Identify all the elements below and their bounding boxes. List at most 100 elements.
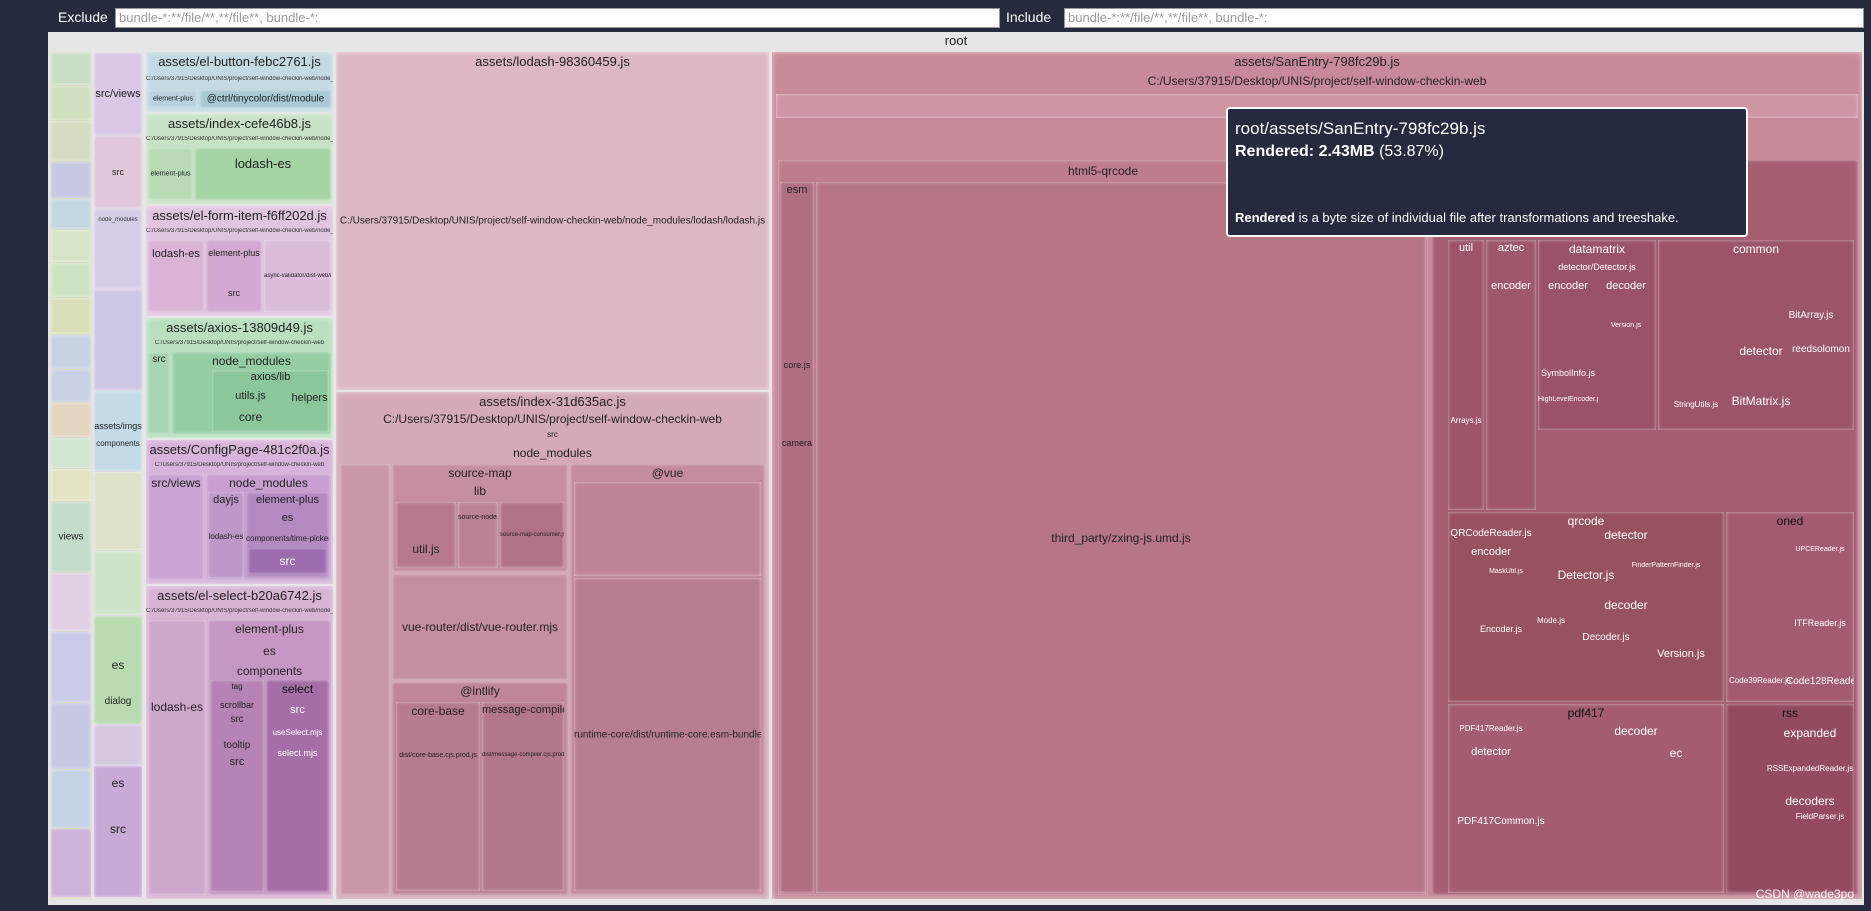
chunk-f[interactable]: [51, 230, 91, 262]
chunk-node-modules[interactable]: node_modules: [94, 209, 142, 289]
lodash-chunk[interactable]: assets/lodash-98360459.js C:/Users/37915…: [336, 52, 769, 390]
config-page-chunk[interactable]: assets/ConfigPage-481c2f0a.js C:/Users/3…: [146, 440, 333, 584]
config-page-title: assets/ConfigPage-481c2f0a.js: [149, 442, 330, 457]
chunk-src[interactable]: src: [94, 136, 142, 208]
message-compiler[interactable]: message-compiler dist/message-compiler.c…: [482, 702, 564, 891]
html5-qrcode[interactable]: html5-qrcode esm core.js camera third_pa…: [778, 160, 1428, 895]
tooltip-description: Rendered is a byte size of individual fi…: [1235, 210, 1679, 225]
core-base[interactable]: core-base dist/core-base.cjs.prod.js: [396, 702, 480, 891]
el-button-chunk[interactable]: assets/el-button-febc2761.js C:/Users/37…: [146, 52, 333, 112]
chunk-assets-imgs[interactable]: assets/imgs components: [94, 391, 142, 471]
index31-left-sliver[interactable]: [340, 464, 390, 895]
qrcode[interactable]: qrcode QRCodeReader.js detector encoder …: [1448, 512, 1724, 702]
pdf417[interactable]: pdf417 PDF417Reader.js decoder detector …: [1448, 704, 1724, 893]
axios-lib[interactable]: axios/lib utils.js core helpers: [212, 370, 329, 432]
include-label: Include: [1006, 9, 1052, 25]
index-cefe-chunk[interactable]: assets/index-cefe46b8.js C:/Users/37915/…: [146, 114, 333, 204]
vue-router[interactable]: vue-router/dist/vue-router.mjs: [392, 574, 568, 680]
config-page-node-modules[interactable]: node_modules dayjs lodash-es element-plu…: [206, 474, 331, 580]
el-button-tinycolor[interactable]: @ctrl/tinycolor/dist/module: [200, 90, 331, 108]
chunk-r[interactable]: [51, 829, 91, 897]
chunk-p[interactable]: [51, 703, 91, 769]
config-dayjs[interactable]: dayjs lodash-es: [208, 492, 244, 578]
chunk-h[interactable]: [51, 298, 91, 334]
chunk-s[interactable]: [94, 290, 142, 390]
source-map-consumer[interactable]: source-map-consumer.js: [500, 502, 564, 568]
aztec[interactable]: aztec encoder: [1486, 240, 1536, 510]
axios-src[interactable]: src: [148, 352, 170, 434]
el-form-item-chunk[interactable]: assets/el-form-item-f6ff202d.js C:/Users…: [146, 206, 333, 316]
tooltip-rendered-pct: (53.87%): [1379, 143, 1444, 160]
esm[interactable]: esm core.js camera: [780, 182, 814, 893]
el-select-left-components[interactable]: tag scrollbar src tooltip src: [210, 680, 264, 892]
chunk-q[interactable]: [51, 770, 91, 828]
zxing[interactable]: third_party/zxing-js.umd.js: [816, 182, 1426, 893]
chunk-o[interactable]: [51, 632, 91, 702]
datamatrix[interactable]: datamatrix detector/Detector.js encoder …: [1538, 240, 1656, 430]
chunk-b[interactable]: [51, 86, 91, 120]
util[interactable]: util Arrays.js: [1448, 240, 1484, 510]
node-modules-label: node_modules: [98, 217, 138, 223]
source-map[interactable]: source-map lib util.js source-node.js so…: [392, 464, 568, 572]
chunk-a[interactable]: [51, 53, 91, 85]
tooltip-rendered: Rendered: 2.43MB (53.87%): [1235, 143, 1739, 161]
chunk-n[interactable]: [51, 573, 91, 631]
el-select-element-plus[interactable]: element-plus es components tag scrollbar…: [208, 620, 331, 895]
index-cefe-title: assets/index-cefe46b8.js: [167, 116, 312, 131]
watermark: CSDN @wade3po: [1755, 887, 1854, 901]
runtime-core[interactable]: runtime-core/dist/runtime-core.esm-bundl…: [574, 578, 761, 891]
chunk-j[interactable]: [51, 370, 91, 402]
chunk-k[interactable]: [51, 403, 91, 437]
chunk-g[interactable]: [51, 263, 91, 297]
el-select-select[interactable]: select src useSelect.mjs select.mjs: [266, 680, 329, 892]
chunk-i[interactable]: [51, 335, 91, 369]
config-page-src-views[interactable]: src/views: [148, 474, 204, 580]
col1-group[interactable]: views: [50, 52, 92, 899]
axios-chunk[interactable]: assets/axios-13809d49.js C:/Users/37915/…: [146, 318, 333, 438]
src-views-label: src/views: [95, 88, 141, 100]
el-form-item-element-plus[interactable]: element-plus src: [206, 240, 262, 312]
config-src[interactable]: src: [248, 548, 327, 574]
chunk-v[interactable]: [94, 725, 142, 765]
source-node[interactable]: source-node.js: [458, 502, 498, 568]
chunk-views[interactable]: views: [51, 502, 91, 572]
vue-reactivity[interactable]: [574, 482, 761, 576]
el-form-item-title: assets/el-form-item-f6ff202d.js: [152, 208, 327, 223]
zxing-modules[interactable]: util Arrays.js aztec encoder datamatrix …: [1432, 160, 1858, 895]
chunk-src-views[interactable]: src/views: [94, 53, 142, 135]
vue[interactable]: @vue runtime-core/dist/runtime-core.esm-…: [570, 464, 765, 895]
exclude-input[interactable]: bundle-*:**/file/**,**/file**, bundle-*:: [115, 8, 1000, 28]
axios-node-modules[interactable]: node_modules axios/lib utils.js core hel…: [172, 352, 331, 434]
axios-title: assets/axios-13809d49.js: [166, 320, 313, 335]
es-label: es: [111, 658, 125, 672]
chunk-es[interactable]: es dialog: [94, 616, 142, 724]
rss[interactable]: rss expanded RSSExpandedReader.js decode…: [1726, 704, 1854, 893]
index31-chunk[interactable]: assets/index-31d635ac.js C:/Users/37915/…: [336, 392, 769, 899]
source-map-util[interactable]: util.js: [396, 502, 456, 568]
sanentry-path: C:/Users/37915/Desktop/UNIS/project/self…: [1147, 74, 1487, 88]
src-label: src: [112, 167, 124, 177]
chunk-d[interactable]: [51, 162, 91, 198]
common[interactable]: common BitArray.js detector reedsolomon …: [1658, 240, 1854, 430]
oned[interactable]: oned UPCEReader.js ITFReader.js Code39Re…: [1726, 512, 1854, 702]
include-input[interactable]: bundle-*:**/file/**,**/file**, bundle-*:: [1064, 8, 1864, 28]
el-form-item-async-validator[interactable]: async-validator/dist-web/index.js: [264, 240, 331, 312]
chunk-m[interactable]: [51, 469, 91, 501]
el-select-lodash-es[interactable]: lodash-es: [148, 620, 206, 895]
chunk-t[interactable]: [94, 472, 142, 550]
el-button-element-plus[interactable]: element-plus: [148, 90, 198, 108]
index31-path: C:/Users/37915/Desktop/UNIS/project/self…: [383, 412, 722, 426]
chunk-l[interactable]: [51, 438, 91, 468]
dialog-label: dialog: [104, 696, 132, 707]
col1b-group[interactable]: src/views src node_modules assets/imgs c…: [93, 52, 143, 899]
chunk-c[interactable]: [51, 121, 91, 161]
el-select-chunk[interactable]: assets/el-select-b20a6742.js C:/Users/37…: [146, 586, 333, 899]
config-element-plus[interactable]: element-plus es components/time-picker s…: [246, 492, 329, 578]
chunk-u[interactable]: [94, 551, 142, 615]
index-cefe-lodash-es[interactable]: lodash-es: [195, 148, 331, 200]
chunk-e[interactable]: [51, 199, 91, 229]
index-cefe-element-plus[interactable]: element-plus: [148, 148, 193, 200]
chunk-es2[interactable]: es src: [94, 766, 142, 897]
el-form-item-lodash-es[interactable]: lodash-es: [148, 240, 204, 312]
intlify[interactable]: @intlify core-base dist/core-base.cjs.pr…: [392, 682, 568, 895]
